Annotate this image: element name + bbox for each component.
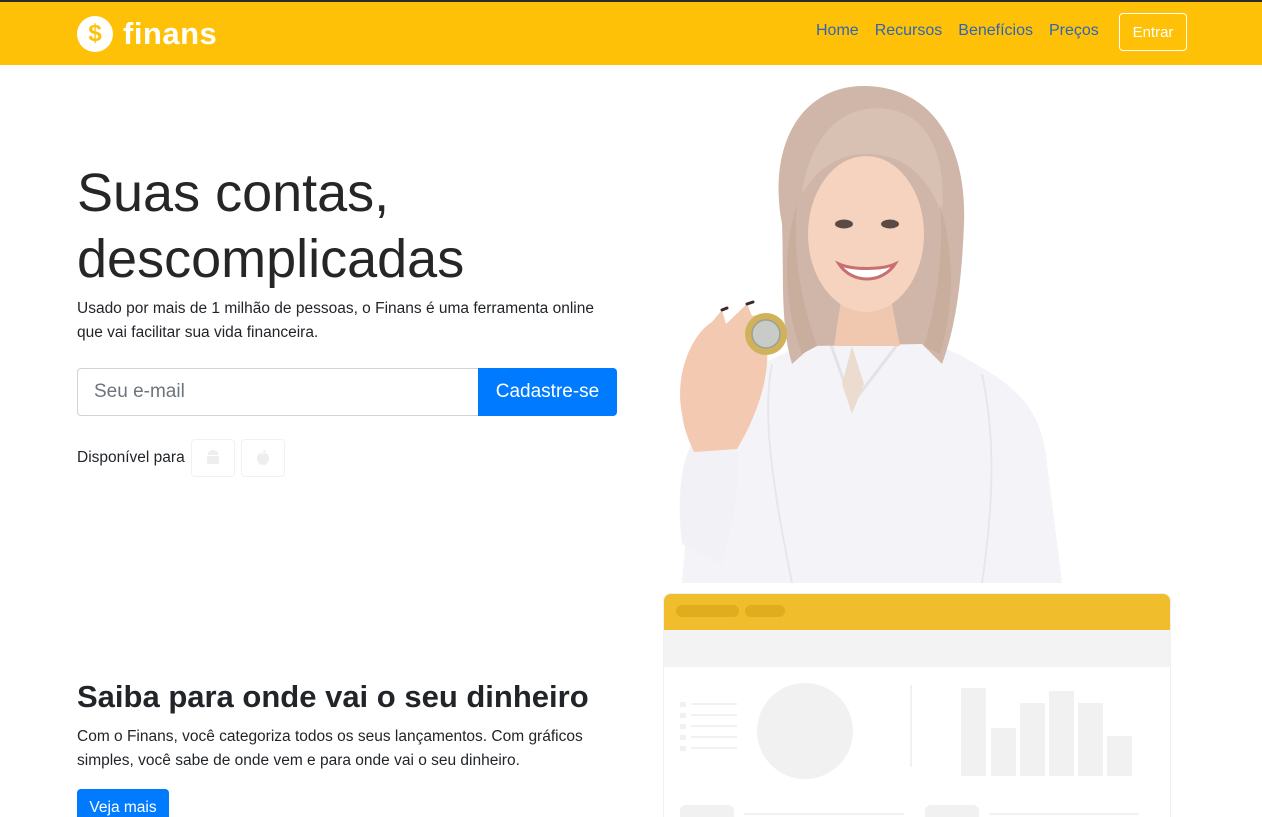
dollar-coin-icon: $ bbox=[77, 16, 113, 52]
card-placeholder bbox=[925, 805, 979, 817]
legend-line bbox=[691, 736, 737, 738]
nav-link-recursos[interactable]: Recursos bbox=[875, 22, 943, 40]
card-placeholder bbox=[680, 805, 734, 817]
pie-chart-placeholder bbox=[757, 683, 853, 779]
dashboard-preview bbox=[663, 593, 1171, 817]
login-button[interactable]: Entrar bbox=[1119, 13, 1187, 51]
nav-link-precos[interactable]: Preços bbox=[1049, 22, 1099, 40]
legend-swatch bbox=[680, 746, 686, 751]
hero-title-line-2: descomplicadas bbox=[77, 229, 465, 289]
nav-menu: Home Recursos Benefícios Preços bbox=[816, 22, 1099, 40]
brand-name: finans bbox=[123, 16, 218, 51]
legend-line bbox=[691, 703, 737, 705]
legend-swatch bbox=[680, 724, 686, 729]
navbar: $ finans Home Recursos Benefícios Preços… bbox=[0, 2, 1262, 65]
nav-link-beneficios[interactable]: Benefícios bbox=[958, 22, 1033, 40]
bar-placeholder bbox=[1049, 691, 1074, 776]
bar-placeholder bbox=[1020, 703, 1045, 776]
hero-description: Usado por mais de 1 milhão de pessoas, o… bbox=[77, 300, 594, 341]
legend-line bbox=[691, 725, 737, 727]
signup-form: Cadastre-se bbox=[77, 368, 617, 416]
android-icon bbox=[206, 450, 219, 464]
signup-button[interactable]: Cadastre-se bbox=[478, 368, 617, 416]
dashboard-preview-header bbox=[664, 594, 1170, 630]
android-store-button[interactable] bbox=[190, 439, 235, 477]
bar-placeholder bbox=[991, 728, 1016, 776]
available-label: Disponível para bbox=[77, 449, 185, 466]
hero-title: Suas contas, descomplicadas bbox=[77, 160, 637, 292]
bar-placeholder bbox=[1107, 736, 1132, 776]
available-platforms: Disponível para bbox=[77, 439, 285, 477]
legend-line bbox=[691, 714, 737, 716]
dashboard-preview-body bbox=[680, 683, 1139, 817]
legend-swatch bbox=[680, 702, 686, 707]
dashboard-preview-header-pill bbox=[676, 605, 739, 617]
legend-swatch bbox=[680, 713, 686, 718]
apple-store-button[interactable] bbox=[240, 439, 285, 477]
bar-placeholder bbox=[961, 688, 986, 776]
legend-line bbox=[691, 747, 737, 749]
divider bbox=[910, 685, 912, 767]
card-line bbox=[744, 813, 904, 815]
bar-placeholder bbox=[1078, 703, 1103, 776]
hero-title-line-1: Suas contas, bbox=[77, 163, 390, 223]
hero-woman-holding-coin-photo bbox=[679, 85, 1062, 583]
dashboard-preview-header-pill bbox=[745, 605, 785, 617]
section-title: Saiba para onde vai o seu dinheiro bbox=[77, 679, 589, 714]
nav-link-home[interactable]: Home bbox=[816, 22, 859, 40]
brand-logo[interactable]: $ finans bbox=[77, 14, 217, 54]
see-more-button[interactable]: Veja mais bbox=[77, 789, 169, 817]
legend-swatch bbox=[680, 735, 686, 740]
email-field[interactable] bbox=[77, 368, 478, 416]
apple-icon bbox=[256, 450, 269, 465]
section-description: Com o Finans, você categoriza todos os s… bbox=[77, 728, 583, 769]
card-line bbox=[989, 813, 1139, 815]
dashboard-preview-toolbar bbox=[664, 630, 1170, 667]
